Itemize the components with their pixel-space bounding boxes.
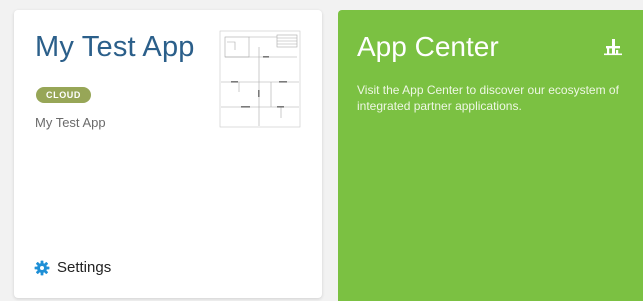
app-card-my-test-app[interactable]: My Test App CLOUD My Test App Settings xyxy=(14,10,322,298)
floorplan-thumbnail xyxy=(219,30,301,128)
settings-label: Settings xyxy=(57,259,112,276)
app-center-card[interactable]: App Center Visit the App Center to disco… xyxy=(338,10,643,301)
gear-icon xyxy=(34,260,50,275)
app-center-title: App Center xyxy=(357,31,499,62)
app-center-icon xyxy=(604,39,622,56)
app-title: My Test App xyxy=(35,31,195,63)
app-center-description: Visit the App Center to discover our eco… xyxy=(357,83,619,113)
app-dashboard: My Test App CLOUD My Test App Settings A… xyxy=(0,0,643,301)
settings-button[interactable]: Settings xyxy=(34,259,111,276)
cloud-badge: CLOUD xyxy=(36,87,91,103)
app-subtitle: My Test App xyxy=(35,115,106,130)
